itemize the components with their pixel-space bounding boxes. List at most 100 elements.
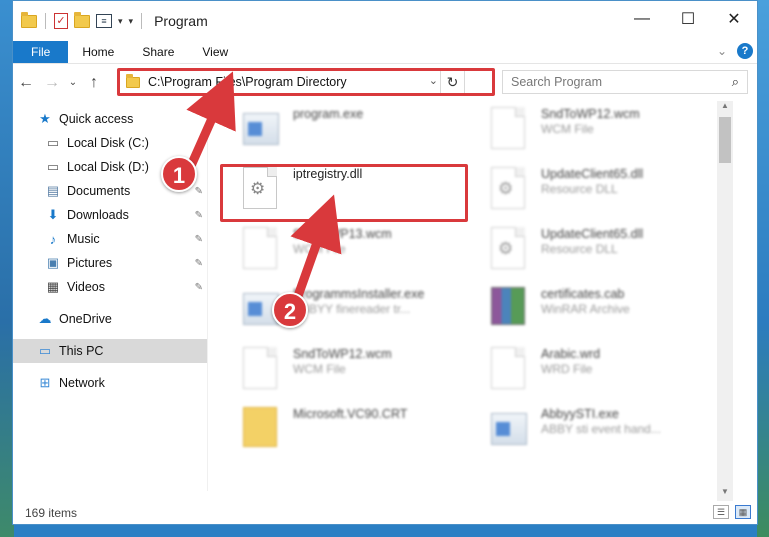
sidebar-item-network[interactable]: ⊞ Network: [13, 371, 207, 395]
file-item[interactable]: Microsoft.VC90.CRT: [243, 407, 483, 465]
ribbon-tabs: File Home Share View ⌄ ?: [13, 41, 757, 63]
file-item[interactable]: SndToWP12.wcm WCM File: [491, 107, 731, 165]
large-icons-view-icon[interactable]: ▦: [735, 505, 751, 519]
quick-access-toolbar: ✓ ≡ ▾ ▾: [13, 11, 144, 29]
properties-icon[interactable]: ≡: [96, 14, 112, 28]
minimize-button[interactable]: —: [619, 1, 665, 37]
window-title: Program: [154, 13, 208, 29]
pin-icon[interactable]: ✎: [195, 234, 203, 245]
sidebar-item-label: Documents: [67, 184, 131, 198]
file-name: AbbyySTI.exe: [541, 407, 619, 421]
customize-toolbar-icon[interactable]: ▾: [129, 16, 134, 27]
sidebar-item-music[interactable]: ♪ Music ✎: [13, 227, 207, 251]
status-bar: 169 items ☰ ▦: [13, 502, 757, 524]
sidebar-item-downloads[interactable]: ⬇ Downloads ✎: [13, 203, 207, 227]
properties-check-icon[interactable]: ✓: [54, 13, 68, 29]
title-bar: ✓ ≡ ▾ ▾ Program — ☐ ✕: [13, 1, 757, 41]
address-highlight-box: [117, 68, 495, 96]
archive-icon: [491, 287, 531, 333]
help-icon[interactable]: ?: [737, 43, 753, 59]
file-item[interactable]: program.exe: [243, 107, 483, 165]
chevron-down-icon[interactable]: ▾: [118, 16, 123, 27]
tab-file[interactable]: File: [13, 41, 69, 63]
file-type: WCM File: [293, 362, 346, 376]
file-highlight-box: [220, 164, 468, 222]
exe-file-icon: [491, 407, 531, 453]
file-type: WRD File: [541, 362, 593, 376]
tab-share[interactable]: Share: [128, 45, 188, 59]
item-count: 169 items: [25, 506, 78, 520]
drive-icon: ▭: [46, 135, 60, 150]
file-item[interactable]: ⚙ UpdateClient65.dll Resource DLL: [491, 167, 731, 225]
gear-icon: ⚙: [498, 239, 514, 258]
maximize-button[interactable]: ☐: [665, 1, 711, 37]
sidebar-item-label: Downloads: [67, 208, 129, 222]
pin-icon[interactable]: ✎: [195, 210, 203, 221]
file-type: WinRAR Archive: [541, 302, 630, 316]
pin-icon[interactable]: ✎: [195, 258, 203, 269]
file-name: UpdateClient65.dll: [541, 227, 644, 241]
sidebar-item-pictures[interactable]: ▣ Pictures ✎: [13, 251, 207, 275]
file-item[interactable]: AbbyySTI.exe ABBY sti event hand...: [491, 407, 731, 465]
window-controls: — ☐ ✕: [619, 1, 757, 37]
pc-icon: ▭: [38, 343, 52, 358]
folder-icon: [243, 407, 283, 453]
details-view-icon[interactable]: ☰: [713, 505, 729, 519]
file-name: SndToWP13.wcm: [293, 227, 392, 241]
sidebar-item-quick-access[interactable]: ★ Quick access: [13, 107, 207, 131]
file-item[interactable]: SndToWP13.wcm WCM File: [243, 227, 483, 285]
step-2-badge: 2: [272, 292, 308, 328]
file-item[interactable]: certificates.cab WinRAR Archive: [491, 287, 731, 345]
up-arrow-icon[interactable]: ↑: [81, 74, 107, 92]
star-icon: ★: [39, 111, 51, 126]
explorer-window: ✓ ≡ ▾ ▾ Program — ☐ ✕ File Home Share Vi…: [12, 0, 758, 525]
file-item[interactable]: ⚙ UpdateClient65.dll Resource DLL: [491, 227, 731, 285]
file-type: Resource DLL: [541, 182, 618, 196]
sidebar-item-label: This PC: [59, 344, 104, 358]
main-area: ★ Quick access ▭ Local Disk (C:) ▭ Local…: [13, 101, 757, 501]
sidebar-item-videos[interactable]: ▦ Videos ✎: [13, 275, 207, 299]
sidebar-item-onedrive[interactable]: ☁ OneDrive: [13, 307, 207, 331]
pin-icon[interactable]: ✎: [195, 186, 203, 197]
scrollbar-thumb[interactable]: [719, 117, 731, 163]
pin-icon[interactable]: ✎: [195, 282, 203, 293]
file-name: ProgrammsInstaller.exe: [293, 287, 425, 301]
sidebar-item-label: Network: [59, 376, 105, 390]
sidebar-item-label: Local Disk (C:): [67, 136, 149, 150]
file-type: WCM File: [293, 242, 346, 256]
file-type: WCM File: [541, 122, 594, 136]
file-item[interactable]: SndToWP12.wcm WCM File: [243, 347, 483, 405]
expand-ribbon-icon[interactable]: ⌄: [717, 44, 727, 58]
file-item[interactable]: Arabic.wrd WRD File: [491, 347, 731, 405]
search-placeholder: Search Program: [511, 75, 603, 89]
dll-file-icon: ⚙: [491, 167, 531, 213]
tab-view[interactable]: View: [188, 45, 242, 59]
desktop-background-right: [757, 0, 769, 537]
forward-arrow-icon[interactable]: →: [39, 74, 65, 92]
drive-icon: ▭: [46, 159, 60, 174]
close-button[interactable]: ✕: [711, 1, 757, 37]
tab-home[interactable]: Home: [68, 45, 128, 59]
back-arrow-icon[interactable]: ←: [13, 74, 39, 92]
new-folder-icon[interactable]: [74, 11, 90, 28]
scroll-up-icon[interactable]: ▲: [717, 101, 733, 115]
documents-icon: ▤: [46, 183, 60, 198]
view-buttons: ☰ ▦: [713, 505, 751, 519]
search-input[interactable]: Search Program ⌕: [502, 70, 748, 94]
pane-divider: [207, 101, 208, 491]
file-type: Resource DLL: [541, 242, 618, 256]
document-icon: [491, 107, 531, 153]
recent-locations-icon[interactable]: ⌄: [65, 77, 81, 88]
download-icon: ⬇: [47, 207, 59, 222]
sidebar-item-label: Quick access: [59, 112, 134, 126]
search-icon[interactable]: ⌕: [732, 74, 739, 90]
sidebar-item-this-pc[interactable]: ▭ This PC: [13, 339, 207, 363]
videos-icon: ▦: [46, 279, 60, 294]
sidebar-item-local-disk-c[interactable]: ▭ Local Disk (C:): [13, 131, 207, 155]
document-icon: [243, 227, 283, 273]
exe-file-icon: [243, 107, 283, 153]
scroll-down-icon[interactable]: ▼: [717, 487, 733, 501]
vertical-scrollbar[interactable]: ▲ ▼: [717, 101, 733, 501]
